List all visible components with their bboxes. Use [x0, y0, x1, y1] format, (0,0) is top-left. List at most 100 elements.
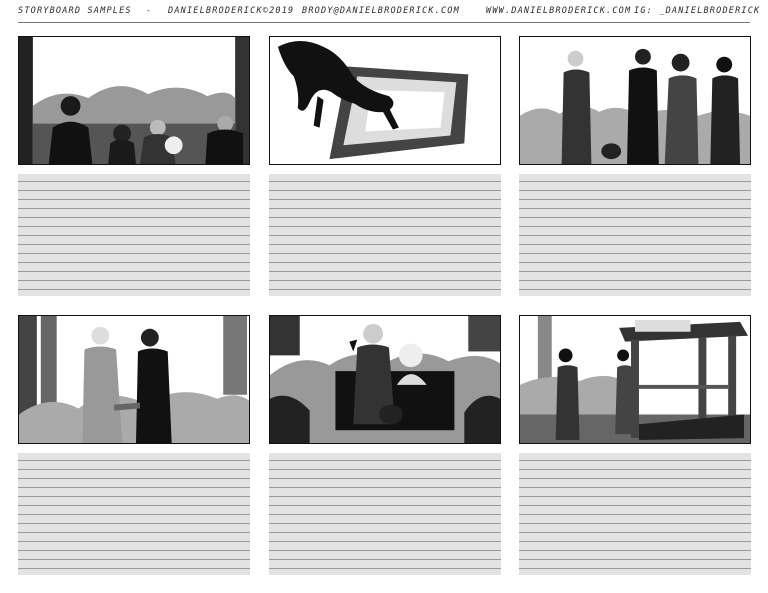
- ruled-line: [18, 235, 250, 236]
- ruled-line: [519, 523, 751, 524]
- ruled-line: [18, 541, 250, 542]
- ruled-line: [519, 262, 751, 263]
- ruled-line: [519, 505, 751, 506]
- storyboard-panel-4: [18, 315, 250, 444]
- header-website: WWW.DANIELBRODERICK.COM: [486, 6, 632, 16]
- ruled-line: [269, 244, 501, 245]
- ruled-line: [18, 559, 250, 560]
- ruled-line: [269, 514, 501, 515]
- ruled-line: [519, 541, 751, 542]
- storyboard-panel-2: [269, 36, 501, 165]
- ruled-line: [519, 217, 751, 218]
- ruled-line: [519, 190, 751, 191]
- ruled-line: [18, 514, 250, 515]
- ruled-line: [269, 532, 501, 533]
- ruled-line: [18, 523, 250, 524]
- ruled-line: [269, 280, 501, 281]
- ruled-line: [269, 523, 501, 524]
- ruled-line: [269, 226, 501, 227]
- ruled-line: [519, 514, 751, 515]
- ruled-line: [269, 469, 501, 470]
- page-header: STORYBOARD SAMPLES - DANIELBRODERICK©201…: [18, 6, 759, 23]
- ruled-line: [269, 181, 501, 182]
- ruled-line: [519, 271, 751, 272]
- header-email: BRODY@DANIELBRODERICK.COM: [302, 6, 460, 16]
- notes-area-6: [519, 453, 751, 575]
- ruled-line: [519, 181, 751, 182]
- ruled-line: [18, 199, 250, 200]
- ruled-line: [519, 460, 751, 461]
- ruled-line: [519, 550, 751, 551]
- ruled-line: [519, 280, 751, 281]
- ruled-line: [519, 226, 751, 227]
- header-rule: [18, 22, 750, 23]
- header-social: IG: _DANIELBRODERICK: [634, 6, 761, 16]
- ruled-line: [269, 190, 501, 191]
- notes-area-1: [18, 174, 250, 296]
- ruled-line: [18, 469, 250, 470]
- notes-area-4: [18, 453, 250, 575]
- panel-2-illustration: [270, 37, 500, 164]
- storyboard-panel-6: [519, 315, 751, 444]
- notes-area-2: [269, 174, 501, 296]
- ruled-line: [18, 208, 250, 209]
- ruled-line: [18, 280, 250, 281]
- ruled-line: [269, 496, 501, 497]
- ruled-line: [18, 478, 250, 479]
- ruled-line: [18, 244, 250, 245]
- ruled-line: [269, 271, 501, 272]
- ruled-line: [18, 217, 250, 218]
- ruled-line: [519, 253, 751, 254]
- panel-3-illustration: [520, 37, 750, 164]
- ruled-line: [519, 289, 751, 290]
- ruled-line: [18, 190, 250, 191]
- ruled-line: [519, 532, 751, 533]
- ruled-line: [18, 181, 250, 182]
- header-title: STORYBOARD SAMPLES: [18, 6, 132, 16]
- ruled-line: [269, 550, 501, 551]
- storyboard-panel-1: [18, 36, 250, 165]
- ruled-line: [519, 478, 751, 479]
- ruled-line: [18, 532, 250, 533]
- header-copyright: DANIELBRODERICK©2019: [168, 6, 295, 16]
- panel-5-illustration: [270, 316, 500, 443]
- ruled-line: [519, 235, 751, 236]
- ruled-line: [269, 460, 501, 461]
- ruled-line: [18, 505, 250, 506]
- panel-1-illustration: [19, 37, 249, 164]
- storyboard-panel-3: [519, 36, 751, 165]
- notes-area-5: [269, 453, 501, 575]
- ruled-line: [519, 469, 751, 470]
- ruled-line: [269, 487, 501, 488]
- storyboard-panel-5: [269, 315, 501, 444]
- ruled-line: [519, 244, 751, 245]
- ruled-line: [18, 226, 250, 227]
- ruled-line: [18, 289, 250, 290]
- header-dash: -: [146, 6, 153, 16]
- ruled-line: [269, 289, 501, 290]
- ruled-line: [519, 568, 751, 569]
- ruled-line: [269, 505, 501, 506]
- ruled-line: [269, 217, 501, 218]
- ruled-line: [269, 253, 501, 254]
- panel-6-illustration: [520, 316, 750, 443]
- ruled-line: [18, 460, 250, 461]
- ruled-line: [18, 550, 250, 551]
- ruled-line: [18, 253, 250, 254]
- ruled-line: [269, 262, 501, 263]
- ruled-line: [269, 568, 501, 569]
- ruled-line: [519, 559, 751, 560]
- ruled-line: [269, 478, 501, 479]
- panel-4-illustration: [19, 316, 249, 443]
- ruled-line: [18, 262, 250, 263]
- ruled-line: [18, 496, 250, 497]
- ruled-line: [18, 271, 250, 272]
- notes-area-3: [519, 174, 751, 296]
- ruled-line: [18, 568, 250, 569]
- ruled-line: [519, 487, 751, 488]
- ruled-line: [269, 235, 501, 236]
- ruled-line: [269, 559, 501, 560]
- ruled-line: [519, 496, 751, 497]
- ruled-line: [269, 541, 501, 542]
- ruled-line: [519, 199, 751, 200]
